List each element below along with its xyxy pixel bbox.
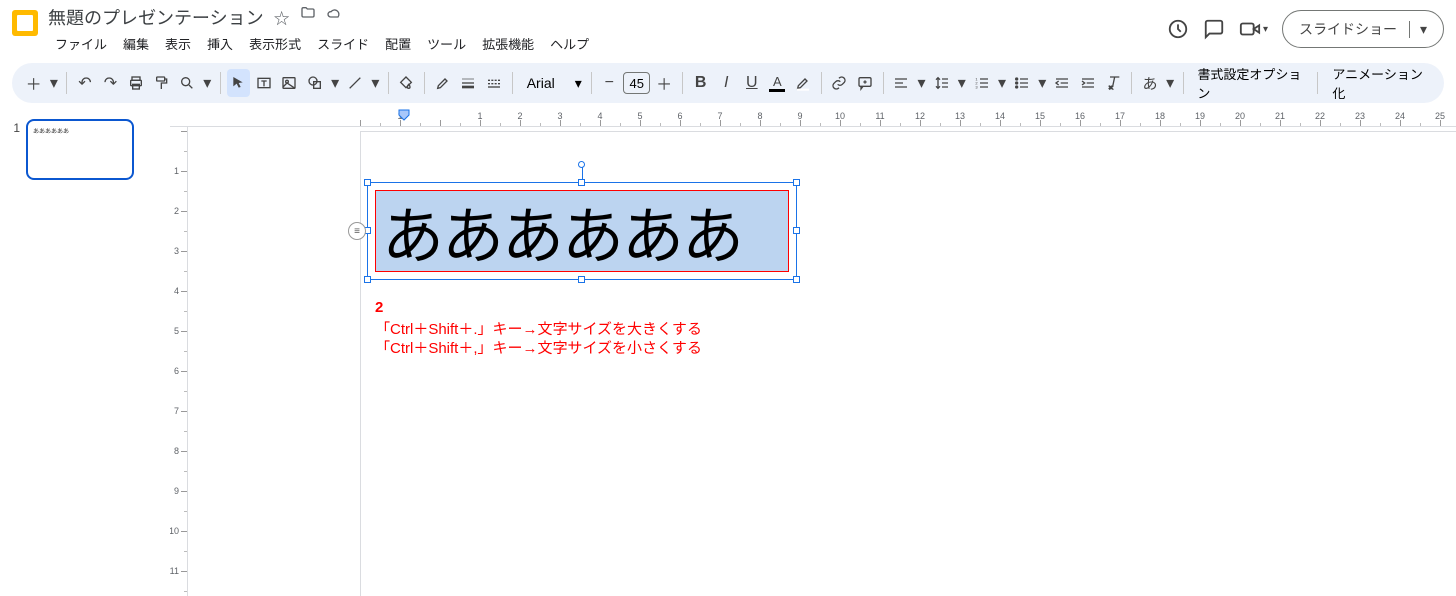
slideshow-dropdown-icon[interactable]: ▾ [1409, 21, 1427, 38]
menu-format[interactable]: 表示形式 [242, 30, 308, 57]
decrease-indent-button[interactable] [1051, 69, 1075, 97]
text-color-button[interactable]: A [766, 69, 790, 97]
annotation-2-line2: 「Ctrl＋Shift＋,」キー→文字サイズを小さくする [375, 339, 702, 359]
border-weight-button[interactable] [457, 69, 481, 97]
align-button[interactable] [890, 69, 914, 97]
menu-slide[interactable]: スライド [310, 30, 376, 57]
numbered-list-button[interactable]: 123 [970, 69, 994, 97]
history-icon[interactable] [1167, 18, 1189, 40]
bullet-list-button[interactable] [1010, 69, 1034, 97]
redo-button[interactable]: ↷ [99, 69, 123, 97]
move-folder-icon[interactable] [300, 5, 316, 29]
textbox-button[interactable] [252, 69, 276, 97]
title-area: 無題のプレゼンテーション ☆ ファイル 編集 表示 挿入 表示形式 スライド 配… [48, 6, 1167, 57]
slide-thumbnail-row: 1 ああああああ [6, 119, 170, 180]
svg-text:3: 3 [975, 84, 978, 89]
clear-format-button[interactable] [1102, 69, 1126, 97]
rotate-handle[interactable] [578, 161, 585, 168]
border-color-button[interactable] [431, 69, 455, 97]
line-dropdown-icon[interactable]: ▾ [369, 69, 382, 97]
menubar: ファイル 編集 表示 挿入 表示形式 スライド 配置 ツール 拡張機能 ヘルプ [48, 30, 1167, 57]
zoom-button[interactable] [175, 69, 199, 97]
meet-icon[interactable]: ▾ [1239, 18, 1268, 40]
insert-link-button[interactable] [828, 69, 852, 97]
slideshow-button[interactable]: スライドショー ▾ [1282, 10, 1444, 48]
zoom-dropdown-icon[interactable]: ▾ [201, 69, 214, 97]
align-dropdown-icon[interactable]: ▾ [915, 69, 928, 97]
resize-handle-tm[interactable] [578, 179, 585, 186]
menu-extensions[interactable]: 拡張機能 [475, 30, 541, 57]
shape-button[interactable] [303, 69, 327, 97]
font-size-decrease-button[interactable]: − [598, 69, 622, 97]
annotation-2-number: 2 [375, 298, 702, 318]
italic-button[interactable]: I [714, 69, 738, 97]
font-size-input[interactable]: 45 [623, 72, 650, 94]
select-tool-button[interactable] [227, 69, 251, 97]
input-method-button[interactable]: あ [1138, 69, 1162, 97]
paint-format-button[interactable] [150, 69, 174, 97]
new-slide-button[interactable]: ＋ [22, 69, 46, 97]
increase-indent-button[interactable] [1076, 69, 1100, 97]
menu-view[interactable]: 表示 [158, 30, 198, 57]
format-options-button[interactable]: 書式設定オプション [1189, 64, 1311, 102]
slide-thumbnail[interactable]: ああああああ [26, 119, 134, 180]
slideshow-label: スライドショー [1299, 19, 1397, 39]
menu-insert[interactable]: 挿入 [200, 30, 240, 57]
resize-handle-tl[interactable] [364, 179, 371, 186]
animation-button[interactable]: アニメーション化 [1324, 64, 1434, 102]
shape-dropdown-icon[interactable]: ▾ [329, 69, 342, 97]
slides-logo-icon [12, 10, 38, 36]
annotation-2-line1: 「Ctrl＋Shift＋.」キー→文字サイズを大きくする [375, 320, 702, 340]
textbox-text[interactable]: ああああああ [376, 186, 742, 276]
cloud-status-icon[interactable] [326, 5, 342, 29]
image-button[interactable] [278, 69, 302, 97]
star-icon[interactable]: ☆ [274, 5, 290, 29]
canvas-area: 1123456789101112131415161718192021222324… [170, 109, 1456, 596]
bold-button[interactable]: B [689, 69, 713, 97]
slide-number: 1 [6, 121, 20, 135]
vertical-ruler[interactable]: 123456789101112 [170, 127, 188, 596]
header: 無題のプレゼンテーション ☆ ファイル 編集 表示 挿入 表示形式 スライド 配… [0, 0, 1456, 57]
horizontal-ruler[interactable]: 1123456789101112131415161718192021222324… [170, 109, 1456, 127]
resize-handle-br[interactable] [793, 276, 800, 283]
toolbar: ＋ ▾ ↶ ↷ ▾ ▾ ▾ [12, 63, 1444, 103]
ruler-indent-marker-icon[interactable] [398, 109, 410, 123]
new-slide-dropdown-icon[interactable]: ▾ [48, 69, 61, 97]
annotation-2: 2 「Ctrl＋Shift＋.」キー→文字サイズを大きくする 「Ctrl＋Shi… [375, 298, 702, 359]
resize-handle-mr[interactable] [793, 227, 800, 234]
font-size-increase-button[interactable]: ＋ [652, 69, 676, 97]
print-button[interactable] [124, 69, 148, 97]
thumbnail-preview-text: ああああああ [33, 126, 127, 135]
undo-button[interactable]: ↶ [73, 69, 97, 97]
menu-file[interactable]: ファイル [48, 30, 114, 57]
textbox-selection[interactable]: ああああああ ≡ [367, 182, 797, 280]
line-spacing-button[interactable] [930, 69, 954, 97]
workspace: 1 ああああああ 1123456789101112131415161718192… [0, 109, 1456, 596]
comment-icon[interactable] [1203, 18, 1225, 40]
font-family-select[interactable]: Arial ▾ [519, 75, 585, 92]
fill-color-button[interactable] [395, 69, 419, 97]
textbox-inner: ああああああ [375, 190, 789, 272]
resize-handle-bm[interactable] [578, 276, 585, 283]
border-dash-button[interactable] [482, 69, 506, 97]
menu-help[interactable]: ヘルプ [543, 30, 596, 57]
underline-button[interactable]: U [740, 69, 764, 97]
text-fit-handle-icon[interactable]: ≡ [348, 222, 366, 240]
chevron-down-icon: ▾ [575, 75, 582, 92]
menu-edit[interactable]: 編集 [116, 30, 156, 57]
line-button[interactable] [344, 69, 368, 97]
highlight-color-button[interactable] [791, 69, 815, 97]
resize-handle-tr[interactable] [793, 179, 800, 186]
slide-canvas[interactable]: 1 ああああああ ≡ 2 [360, 131, 1456, 596]
resize-handle-bl[interactable] [364, 276, 371, 283]
insert-comment-button[interactable] [853, 69, 877, 97]
menu-tools[interactable]: ツール [420, 30, 473, 57]
menu-arrange[interactable]: 配置 [378, 30, 418, 57]
document-title[interactable]: 無題のプレゼンテーション [48, 4, 264, 30]
filmstrip: 1 ああああああ [0, 109, 170, 596]
font-family-label: Arial [527, 75, 555, 91]
